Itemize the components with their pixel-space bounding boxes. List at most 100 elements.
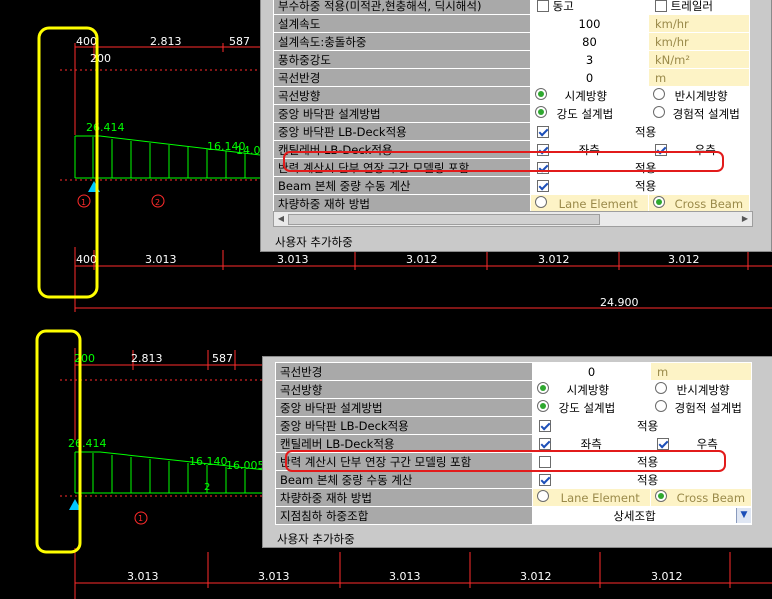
grid-row: 풍하중강도 3 kN/m² (273, 50, 750, 69)
row-label: 부수하중 적용(미적관,현충해석, 딕시해석) (273, 0, 531, 15)
option-label: 동고 (552, 0, 574, 13)
value-cell[interactable]: 0 (532, 362, 651, 381)
dim-text: 400 (76, 35, 97, 48)
combo-box[interactable]: ▼ 상세조합 (532, 506, 752, 525)
total-length: 24.900 (600, 296, 639, 309)
unit-cell: km/hr (648, 32, 750, 51)
section-footer: 사용자 추가하중 (277, 532, 355, 546)
dim-text: 200 (90, 52, 111, 65)
option-label: 반시계방향 (674, 88, 728, 103)
dim-text: 3.013 (127, 570, 159, 583)
radio-button[interactable] (535, 196, 547, 208)
value-cell[interactable]: 0 (530, 68, 649, 87)
scroll-thumb[interactable] (288, 214, 600, 225)
checkbox[interactable] (537, 0, 549, 12)
row-label: Beam 본체 중량 수동 계산 (275, 470, 533, 489)
row-label: 곡선방향 (273, 86, 531, 105)
highlight-row-box (283, 151, 724, 172)
horizontal-scrollbar[interactable]: ◀ ▶ (273, 211, 753, 227)
row-label: 지점침하 하중조합 (275, 506, 533, 525)
option-label: 적용 (637, 418, 659, 433)
option-label: 시계방향 (566, 382, 609, 397)
load-value: 26.414 (68, 437, 107, 450)
option-label: 적용 (635, 178, 657, 193)
checkbox[interactable] (539, 474, 551, 486)
unit-cell: m (650, 362, 752, 381)
option-label: 경험적 설계법 (672, 106, 740, 121)
dim-text: 3.012 (651, 570, 683, 583)
dim-text: 3.013 (389, 570, 421, 583)
radio-button[interactable] (535, 105, 547, 118)
settings-grid: 곡선반경 0 m 곡선방향 시계방향 반시계방향 중앙 바닥판 설계방법 강도 … (275, 362, 752, 525)
radio-button[interactable] (655, 381, 667, 394)
dim-text: 3.012 (538, 253, 570, 266)
radio-button[interactable] (537, 381, 549, 394)
radio-button[interactable] (537, 490, 549, 502)
load-value: 16.140 (189, 455, 228, 468)
checkbox[interactable] (537, 180, 549, 192)
dim-text: 587 (229, 35, 250, 48)
node-marker: 2 (204, 482, 210, 493)
row-label: 곡선반경 (273, 68, 531, 87)
option-label: 트레일러 (670, 0, 713, 13)
option-label: 우측 (696, 436, 718, 451)
option-label: 반시계방향 (676, 382, 730, 397)
grid-row: 곡선반경 0 m (273, 68, 750, 87)
radio-button[interactable] (655, 399, 667, 412)
option-label: Cross Beam (674, 197, 744, 211)
node-marker: 1 (138, 514, 143, 523)
value-cell[interactable]: 3 (530, 50, 649, 69)
settings-panel-bottom: 곡선반경 0 m 곡선방향 시계방향 반시계방향 중앙 바닥판 설계방법 강도 … (262, 356, 772, 548)
dim-text: 3.013 (258, 570, 290, 583)
dim-text: 3.013 (277, 253, 309, 266)
radio-button[interactable] (653, 196, 665, 208)
row-label: 차량하중 재하 방법 (273, 194, 531, 213)
scroll-right-icon[interactable]: ▶ (739, 213, 751, 225)
radio-button[interactable] (537, 399, 549, 412)
unit-cell: km/hr (648, 14, 750, 33)
value-cell[interactable]: 80 (530, 32, 649, 51)
option-label: 강도 설계법 (556, 106, 614, 121)
row-label: 곡선방향 (275, 380, 533, 399)
row-label: 설계속도:충돌하중 (273, 32, 531, 51)
radio-button[interactable] (653, 87, 665, 100)
grid-row: Beam 본체 중량 수동 계산 적용 (275, 470, 752, 489)
value-cell[interactable]: 100 (530, 14, 649, 33)
row-label: 중앙 바닥판 설계방법 (275, 398, 533, 417)
checkbox[interactable] (657, 438, 669, 450)
grid-row: 차량하중 재하 방법 Lane Element Cross Beam (273, 194, 750, 213)
scroll-left-icon[interactable]: ◀ (275, 213, 287, 225)
option-label: Lane Element (558, 197, 638, 211)
grid-row: 부수하중 적용(미적관,현충해석, 딕시해석) 동고 트레일러 (273, 0, 750, 15)
chevron-down-icon[interactable]: ▼ (736, 507, 751, 523)
checkbox[interactable] (537, 126, 549, 138)
dim-text: 3.012 (406, 253, 438, 266)
row-label: 중앙 바닥판 LB-Deck적용 (275, 416, 533, 435)
grid-row: 차량하중 재하 방법 Lane Element Cross Beam (275, 488, 752, 507)
grid-row: 지점침하 하중조합 ▼ 상세조합 (275, 506, 752, 525)
option-label: Cross Beam (676, 491, 746, 505)
radio-button[interactable] (535, 87, 547, 100)
checkbox[interactable] (655, 0, 667, 12)
checkbox[interactable] (539, 420, 551, 432)
settings-grid: 부수하중 적용(미적관,현충해석, 딕시해석) 동고 트레일러 설계속도 100… (273, 0, 750, 213)
grid-row: 중앙 바닥판 LB-Deck적용 적용 (273, 122, 750, 141)
option-label: 적용 (635, 124, 657, 139)
option-label: 적용 (637, 472, 659, 487)
radio-button[interactable] (655, 490, 667, 502)
grid-row: 중앙 바닥판 LB-Deck적용 적용 (275, 416, 752, 435)
row-label: 차량하중 재하 방법 (275, 488, 533, 507)
grid-row: 중앙 바닥판 설계방법 강도 설계법 경험적 설계법 (275, 398, 752, 417)
grid-row: 곡선방향 시계방향 반시계방향 (275, 380, 752, 399)
load-value: 26.414 (86, 121, 125, 134)
row-label: 곡선반경 (275, 362, 533, 381)
checkbox[interactable] (539, 438, 551, 450)
grid-row: 곡선반경 0 m (275, 362, 752, 381)
radio-button[interactable] (653, 105, 665, 118)
unit-cell: kN/m² (648, 50, 750, 69)
node-marker: 1 (81, 198, 86, 207)
row-label: Beam 본체 중량 수동 계산 (273, 176, 531, 195)
combo-value: 상세조합 (613, 508, 656, 523)
unit-cell: m (648, 68, 750, 87)
section-footer: 사용자 추가하중 (275, 235, 353, 249)
